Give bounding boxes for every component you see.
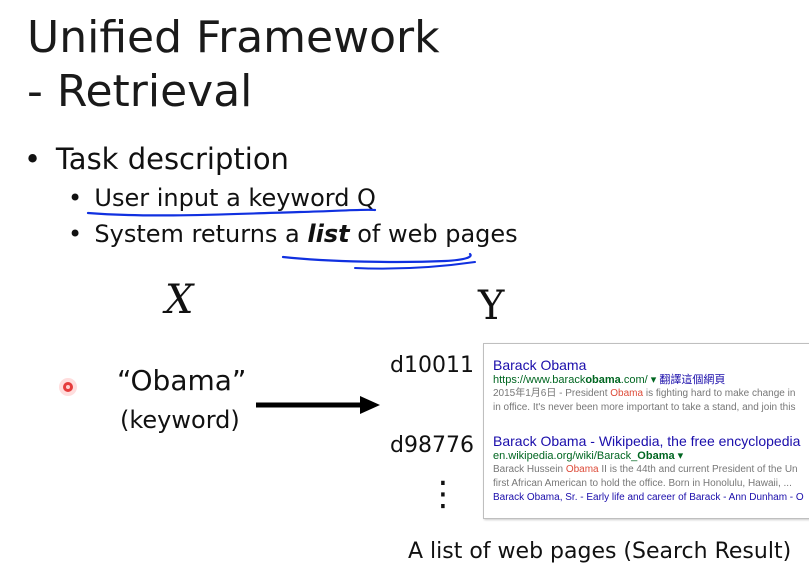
y-label: Y [478, 283, 505, 329]
result-snippet: Barack Hussein Obama II is the 44th and … [493, 464, 798, 475]
result-title[interactable]: Barack Obama - Wikipedia, the free encyc… [493, 433, 804, 450]
x-label: X [165, 277, 194, 323]
keyword-obama: “Obama” [117, 364, 247, 397]
keyword-label: (keyword) [120, 406, 240, 434]
doc-id-1: d10011 [390, 353, 474, 378]
translate-link[interactable]: 翻譯這個網頁 [659, 374, 725, 386]
doc-id-2: d98776 [390, 433, 474, 458]
result-title[interactable]: Barack Obama [493, 357, 795, 374]
search-result-1: Barack Obama https://www.barackobama.com… [493, 357, 795, 415]
search-result-2: Barack Obama - Wikipedia, the free encyc… [493, 433, 804, 505]
result-url[interactable]: https://www.barackobama.com/ ▾ 翻譯這個網頁 [493, 374, 795, 387]
pen-underline-1 [86, 208, 377, 217]
result-snippet-line-2: first African American to hold the offic… [493, 478, 792, 489]
result-url[interactable]: en.wikipedia.org/wiki/Barack_Obama ▾ [493, 450, 804, 463]
vertical-ellipsis: ⋮ [426, 474, 460, 514]
result-snippet-line-2: in office. It's never been more importan… [493, 402, 796, 413]
pen-underline-3 [354, 261, 476, 270]
search-result-caption: A list of web pages (Search Result) [408, 539, 792, 564]
result-sublinks[interactable]: Barack Obama, Sr. - Early life and caree… [493, 491, 804, 505]
pen-underline-2 [281, 252, 472, 264]
result-snippet: 2015年1月6日 - President Obama is fighting … [493, 388, 796, 399]
arrow-head [360, 396, 380, 414]
search-results-panel: Barack Obama https://www.barackobama.com… [483, 343, 809, 519]
